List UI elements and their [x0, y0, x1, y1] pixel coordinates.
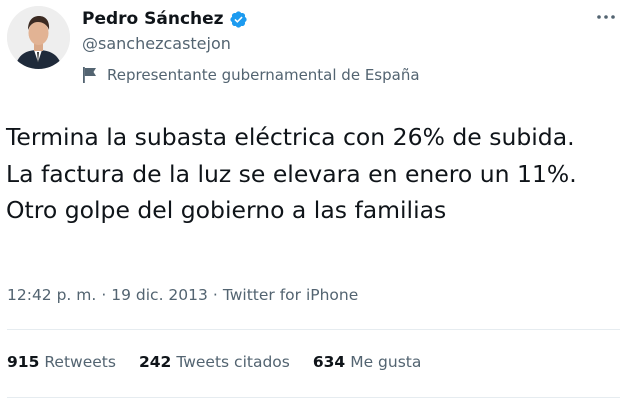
retweets-count: 915	[7, 353, 40, 371]
tweet-card: Pedro Sánchez @sanchezcastejon Represent…	[0, 0, 620, 402]
retweets-stat[interactable]: 915 Retweets	[7, 353, 116, 371]
quotes-stat[interactable]: 242 Tweets citados	[139, 353, 290, 371]
divider	[7, 329, 620, 330]
government-label-text: Representante gubernamental de España	[107, 66, 420, 84]
tweet-source[interactable]: Twitter for iPhone	[223, 286, 358, 304]
likes-stat[interactable]: 634 Me gusta	[313, 353, 422, 371]
more-options-icon[interactable]	[596, 12, 616, 22]
separator: ·	[212, 286, 218, 304]
user-handle[interactable]: @sanchezcastejon	[82, 34, 231, 53]
divider	[7, 397, 620, 398]
tweet-metadata: 12:42 p. m. · 19 dic. 2013 · Twitter for…	[7, 286, 358, 304]
flag-icon	[83, 67, 96, 83]
name-row: Pedro Sánchez	[82, 6, 248, 32]
avatar[interactable]	[7, 6, 70, 69]
avatar-image	[7, 6, 70, 69]
quotes-label: Tweets citados	[176, 353, 290, 371]
verified-badge-icon	[229, 10, 247, 28]
tweet-stats: 915 Retweets 242 Tweets citados 634 Me g…	[7, 353, 444, 371]
quotes-count: 242	[138, 353, 172, 371]
separator: ·	[101, 286, 107, 304]
display-name[interactable]: Pedro Sánchez	[82, 9, 224, 29]
government-label: Representante gubernamental de España	[82, 63, 420, 87]
tweet-text: Termina la subasta eléctrica con 26% de …	[6, 123, 577, 224]
tweet-time[interactable]: 12:42 p. m.	[7, 286, 96, 304]
likes-count: 634	[312, 353, 346, 371]
tweet-date[interactable]: 19 dic. 2013	[111, 286, 208, 304]
likes-label: Me gusta	[350, 353, 422, 371]
retweets-label: Retweets	[44, 353, 116, 371]
